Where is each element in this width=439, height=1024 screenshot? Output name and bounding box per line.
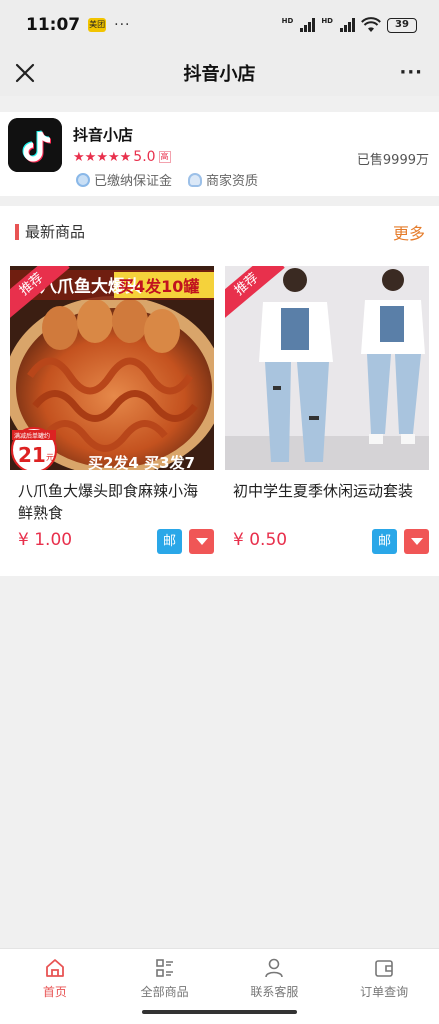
section-header: 最新商品 更多 bbox=[0, 220, 439, 244]
product-price: ¥ 1.00 bbox=[18, 530, 73, 550]
image-promo-offer: 买4发10罐 bbox=[118, 277, 199, 296]
section-accent-bar bbox=[15, 224, 19, 240]
sold-count: 已售9999万 bbox=[356, 153, 429, 168]
star-icon: ★ bbox=[84, 149, 97, 165]
star-icon: ★ bbox=[73, 149, 85, 165]
hd-label-2: HD bbox=[321, 17, 333, 25]
status-bar: 11:07 美团 ··· HD HD 39 bbox=[0, 0, 439, 50]
image-price-unit: 元 bbox=[46, 453, 54, 462]
tab-label: 订单查询 bbox=[360, 985, 409, 999]
signal-icon bbox=[300, 18, 316, 32]
status-more-dots: ··· bbox=[114, 17, 131, 33]
signal-icon-2 bbox=[340, 18, 355, 32]
status-time: 11:07 bbox=[26, 15, 81, 35]
home-icon bbox=[45, 959, 64, 977]
product-image[interactable]: 八爪鱼大爆头 买4发10罐 满减后单罐约 21 元 买2发4 买3发7 推荐 bbox=[10, 266, 214, 470]
page-title: 抖音小店 bbox=[183, 64, 256, 85]
star-icon: ★ bbox=[96, 149, 108, 165]
product-name[interactable]: 初中学生夏季休闲运动套装 bbox=[233, 480, 423, 502]
badge-deposit: 已缴纳保证金 bbox=[94, 174, 173, 189]
rating-score: 5.0 bbox=[133, 149, 156, 165]
free-shipping-badge: 邮 bbox=[157, 529, 182, 554]
grid-list-icon bbox=[155, 959, 173, 977]
close-icon[interactable] bbox=[12, 60, 38, 86]
more-menu-icon[interactable]: ··· bbox=[399, 62, 423, 83]
person-icon bbox=[265, 958, 284, 978]
tab-customer-service[interactable]: 联系客服 bbox=[220, 949, 330, 1004]
product-image[interactable]: 推荐 bbox=[225, 266, 429, 470]
wallet-icon bbox=[375, 960, 393, 977]
image-price-note: 满减后单罐约 bbox=[14, 432, 50, 440]
deposit-medal-icon bbox=[76, 172, 90, 187]
chevron-down-icon[interactable] bbox=[189, 529, 214, 554]
wifi-icon bbox=[361, 17, 381, 32]
shop-header[interactable]: 抖音小店 ★ ★ ★ ★ ★ 5.0 高 已售9999万 已缴纳保证金 商家资质 bbox=[0, 112, 439, 196]
status-indicators: HD HD 39 bbox=[282, 17, 417, 33]
section-title: 最新商品 bbox=[25, 223, 86, 241]
tab-all-products[interactable]: 全部商品 bbox=[110, 949, 220, 1004]
shop-rating: ★ ★ ★ ★ ★ 5.0 高 bbox=[73, 149, 171, 165]
douyin-logo-icon bbox=[8, 118, 62, 172]
bottom-tab-bar: 首页 全部商品 联系客服 订单查询 bbox=[0, 948, 439, 1004]
nav-bar: 抖音小店 ··· bbox=[0, 50, 439, 96]
image-bottom-offer: 买2发4 买3发7 bbox=[88, 454, 195, 470]
tab-label: 全部商品 bbox=[140, 985, 189, 999]
hd-label-1: HD bbox=[281, 17, 294, 25]
shop-name: 抖音小店 bbox=[73, 126, 134, 144]
app-badge-icon: 美团 bbox=[88, 18, 107, 32]
product-name[interactable]: 八爪鱼大爆头即食麻辣小海鲜熟食 bbox=[18, 480, 208, 524]
tab-label: 首页 bbox=[42, 985, 67, 999]
tab-home[interactable]: 首页 bbox=[0, 949, 110, 1004]
star-icon: ★ bbox=[119, 149, 132, 165]
product-card[interactable]: 推荐 初中学生夏季休闲运动套装 ¥ 0.50 邮 bbox=[225, 266, 429, 566]
badge-qualification: 商家资质 bbox=[206, 174, 259, 189]
free-shipping-badge: 邮 bbox=[372, 529, 397, 554]
product-price: ¥ 0.50 bbox=[233, 530, 288, 550]
home-indicator[interactable] bbox=[142, 1010, 297, 1014]
more-link[interactable]: 更多 bbox=[393, 220, 425, 244]
tab-order-query[interactable]: 订单查询 bbox=[329, 949, 439, 1004]
chevron-down-icon[interactable] bbox=[404, 529, 429, 554]
battery-icon: 39 bbox=[387, 17, 417, 33]
latest-products-section: 最新商品 更多 八爪鱼大爆头 买4发10罐 满减后单罐约 21 元 买2发4 买… bbox=[0, 206, 439, 576]
image-price-value: 21 bbox=[18, 443, 46, 467]
shop-badges: 已缴纳保证金 商家资质 bbox=[76, 170, 258, 189]
home-indicator-area bbox=[0, 1004, 439, 1024]
tab-label: 联系客服 bbox=[250, 985, 299, 999]
product-card[interactable]: 八爪鱼大爆头 买4发10罐 满减后单罐约 21 元 买2发4 买3发7 推荐 八… bbox=[10, 266, 214, 566]
star-icon: ★ bbox=[107, 149, 120, 165]
qualification-icon bbox=[188, 172, 203, 187]
rating-tag: 高 bbox=[158, 151, 171, 163]
